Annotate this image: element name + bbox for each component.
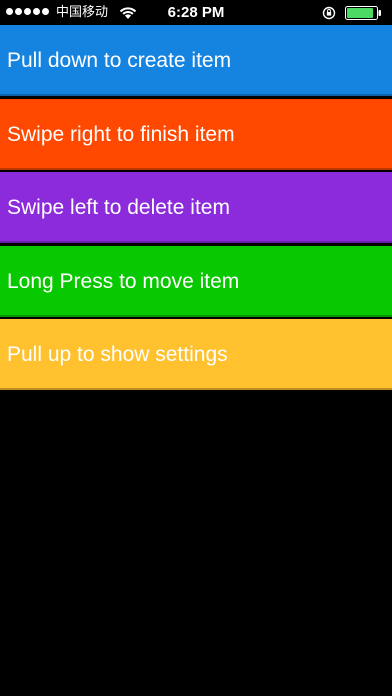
item-label: Swipe right to finish item xyxy=(7,123,235,146)
item-label: Long Press to move item xyxy=(7,270,240,293)
list-item-finish[interactable]: Swipe right to finish item xyxy=(0,99,392,170)
item-label: Swipe left to delete item xyxy=(7,196,230,219)
battery-icon xyxy=(345,6,381,20)
status-bar: 中国移动 6:28 PM xyxy=(0,0,392,25)
list-item-create[interactable]: Pull down to create item xyxy=(0,25,392,96)
item-label: Pull up to show settings xyxy=(7,343,228,366)
list-item-settings[interactable]: Pull up to show settings xyxy=(0,319,392,390)
orientation-lock-icon xyxy=(322,6,336,20)
item-label: Pull down to create item xyxy=(7,49,232,72)
list-item-delete[interactable]: Swipe left to delete item xyxy=(0,172,392,243)
list-item-move[interactable]: Long Press to move item xyxy=(0,246,392,317)
